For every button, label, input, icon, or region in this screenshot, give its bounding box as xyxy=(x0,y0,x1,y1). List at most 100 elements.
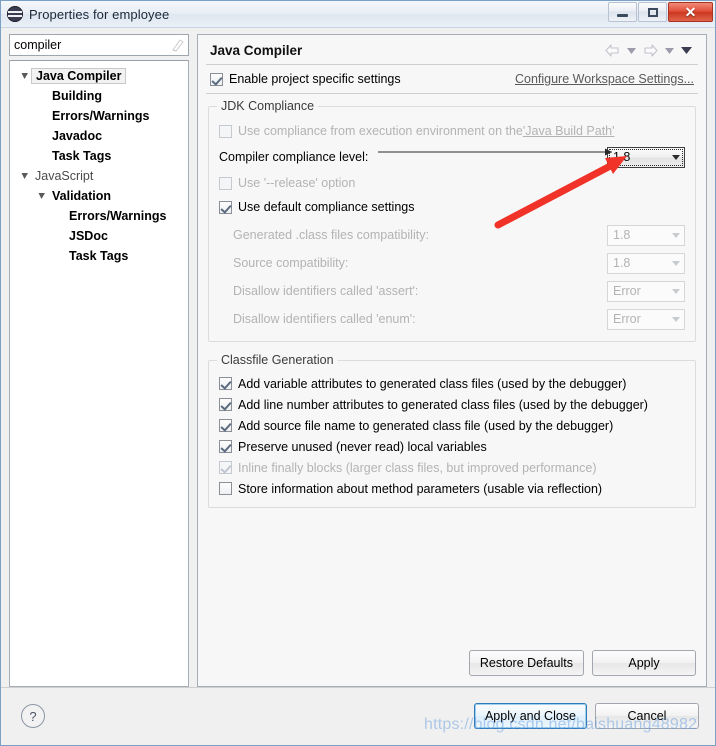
expand-arrow-icon[interactable] xyxy=(35,192,49,200)
use-default-compliance-checkbox[interactable]: Use default compliance settings xyxy=(219,195,685,219)
settings-tree[interactable]: Java Compiler Building Errors/Warnings Java… xyxy=(9,60,189,687)
classfile-option-label: Add line number attributes to generated … xyxy=(238,397,648,412)
sidebar-item-label: Task Tags xyxy=(52,149,112,163)
eclipse-properties-icon xyxy=(7,6,23,22)
sidebar-item-errors-warnings[interactable]: Errors/Warnings xyxy=(10,106,188,126)
jdk-detail-label: Disallow identifiers called 'enum': xyxy=(233,312,416,326)
jdk-compliance-group: JDK Compliance Use compliance from execu… xyxy=(208,99,696,342)
classfile-option-label: Store information about method parameter… xyxy=(238,481,603,496)
forward-menu-chevron-down-icon[interactable] xyxy=(665,47,674,54)
back-arrow-icon[interactable] xyxy=(605,44,620,57)
apply-label: Apply xyxy=(628,656,660,670)
chevron-down-icon xyxy=(672,316,680,322)
jdk-compliance-title: JDK Compliance xyxy=(217,99,319,113)
classfile-option-label: Preserve unused (never read) local varia… xyxy=(238,439,487,454)
jdk-compliance-body: Use compliance from execution environmen… xyxy=(219,107,685,333)
jdk-detail-label: Disallow identifiers called 'assert': xyxy=(233,284,419,298)
close-icon: ✕ xyxy=(684,4,697,20)
checkbox-icon xyxy=(219,482,232,495)
chevron-down-icon xyxy=(672,288,680,294)
forward-arrow-icon[interactable] xyxy=(643,44,658,57)
footer-divider xyxy=(1,687,715,688)
java-build-path-link[interactable]: 'Java Build Path' xyxy=(523,124,615,138)
jdk-detail-combo: 1.8 xyxy=(607,252,685,274)
checkbox-icon xyxy=(219,377,232,390)
sidebar-item-building[interactable]: Building xyxy=(10,86,188,106)
filter-field-wrapper[interactable] xyxy=(9,34,189,56)
jdk-detail-value: Error xyxy=(613,284,641,298)
classfile-generation-title: Classfile Generation xyxy=(217,353,338,367)
sidebar-item-label: Java Compiler xyxy=(31,68,127,84)
checkbox-icon xyxy=(219,398,232,411)
classfile-option-label: Add source file name to generated class … xyxy=(238,418,614,433)
use-default-compliance-label: Use default compliance settings xyxy=(238,200,415,214)
expand-arrow-icon[interactable] xyxy=(18,72,32,80)
chevron-down-icon xyxy=(672,232,680,238)
classfile-option-checkbox[interactable]: Add line number attributes to generated … xyxy=(219,394,685,415)
enable-project-specific-label: Enable project specific settings xyxy=(229,72,401,86)
sidebar-item-javascript[interactable]: JavaScript xyxy=(10,166,188,186)
classfile-option-checkbox[interactable]: Preserve unused (never read) local varia… xyxy=(219,436,685,457)
checkbox-icon xyxy=(210,72,223,86)
jdk-detail-row: Source compatibility: 1.8 xyxy=(233,249,685,277)
jdk-detail-label: Source compatibility: xyxy=(233,256,349,270)
sidebar-item-label: Javadoc xyxy=(52,129,103,143)
checkbox-icon xyxy=(219,200,232,214)
page-buttons: Restore Defaults Apply xyxy=(198,650,706,686)
minimize-button[interactable] xyxy=(608,2,637,22)
apply-button[interactable]: Apply xyxy=(592,650,696,676)
sidebar-item-label: Building xyxy=(52,89,102,103)
classfile-option-label: Add variable attributes to generated cla… xyxy=(238,376,627,391)
back-menu-chevron-down-icon[interactable] xyxy=(627,47,636,54)
compiler-compliance-level-row: Compiler compliance level: 1.8 xyxy=(219,143,685,171)
sidebar-item-label: JSDoc xyxy=(69,229,108,243)
compiler-compliance-level-combo[interactable]: 1.8 xyxy=(607,146,685,168)
chevron-down-icon xyxy=(672,260,680,266)
view-menu-chevron-down-icon[interactable] xyxy=(681,47,692,54)
jdk-detail-label: Generated .class files compatibility: xyxy=(233,228,429,242)
restore-defaults-button[interactable]: Restore Defaults xyxy=(468,650,584,676)
sidebar-item-validation[interactable]: Validation xyxy=(10,186,188,206)
maximize-button[interactable] xyxy=(638,2,667,22)
title-bar: Properties for employee ✕ xyxy=(1,1,715,28)
jdk-detail-row: Generated .class files compatibility: 1.8 xyxy=(233,221,685,249)
sidebar-item-errors-warnings[interactable]: Errors/Warnings xyxy=(10,206,188,226)
sidebar-item-label: Validation xyxy=(52,189,112,203)
use-compliance-from-ee-label: Use compliance from execution environmen… xyxy=(238,124,523,138)
jdk-compliance-detail-rows: Generated .class files compatibility: 1.8… xyxy=(219,219,685,333)
sidebar-item-javadoc[interactable]: Javadoc xyxy=(10,126,188,146)
classfile-option-checkbox[interactable]: Store information about method parameter… xyxy=(219,478,685,499)
close-button[interactable]: ✕ xyxy=(668,2,713,22)
classfile-generation-group: Classfile Generation Add variable attrib… xyxy=(208,353,696,508)
enable-project-specific-checkbox[interactable]: Enable project specific settings xyxy=(210,72,401,86)
clear-filter-icon[interactable] xyxy=(170,38,184,53)
search-input[interactable] xyxy=(10,35,161,55)
help-question-icon[interactable]: ? xyxy=(21,704,45,728)
classfile-option-checkbox[interactable]: Add source file name to generated class … xyxy=(219,415,685,436)
chevron-down-icon xyxy=(672,154,680,160)
maximize-icon xyxy=(647,7,658,17)
jdk-detail-value: 1.8 xyxy=(613,228,631,242)
classfile-option-label: Inline finally blocks (larger class file… xyxy=(238,460,597,475)
sidebar-item-jsdoc[interactable]: JSDoc xyxy=(10,226,188,246)
checkbox-icon xyxy=(219,124,232,138)
sidebar-item-java-compiler[interactable]: Java Compiler xyxy=(10,66,188,86)
properties-dialog: Properties for employee ✕ compiler Java … xyxy=(0,0,716,746)
configure-workspace-settings-link[interactable]: Configure Workspace Settings... xyxy=(515,72,694,86)
classfile-option-checkbox: Inline finally blocks (larger class file… xyxy=(219,457,685,478)
use-release-option-label: Use '--release' option xyxy=(238,176,356,190)
watermark: https://blog.csdn.net/baishuang48982 xyxy=(424,716,698,733)
settings-page: Java Compiler Enable project specific se… xyxy=(197,34,707,687)
enable-row-divider xyxy=(206,93,698,94)
sidebar-item-task-tags[interactable]: Task Tags xyxy=(10,146,188,166)
page-title: Java Compiler xyxy=(210,43,303,58)
sidebar-item-label: JavaScript xyxy=(35,169,94,183)
sidebar-item-task-tags[interactable]: Task Tags xyxy=(10,246,188,266)
compiler-compliance-level-value: 1.8 xyxy=(613,150,631,164)
expand-arrow-icon[interactable] xyxy=(18,172,32,180)
compiler-compliance-level-label: Compiler compliance level: xyxy=(219,150,369,164)
page-header: Java Compiler xyxy=(198,35,706,64)
checkbox-icon xyxy=(219,461,232,474)
page-nav-icons xyxy=(605,44,696,57)
classfile-option-checkbox[interactable]: Add variable attributes to generated cla… xyxy=(219,373,685,394)
